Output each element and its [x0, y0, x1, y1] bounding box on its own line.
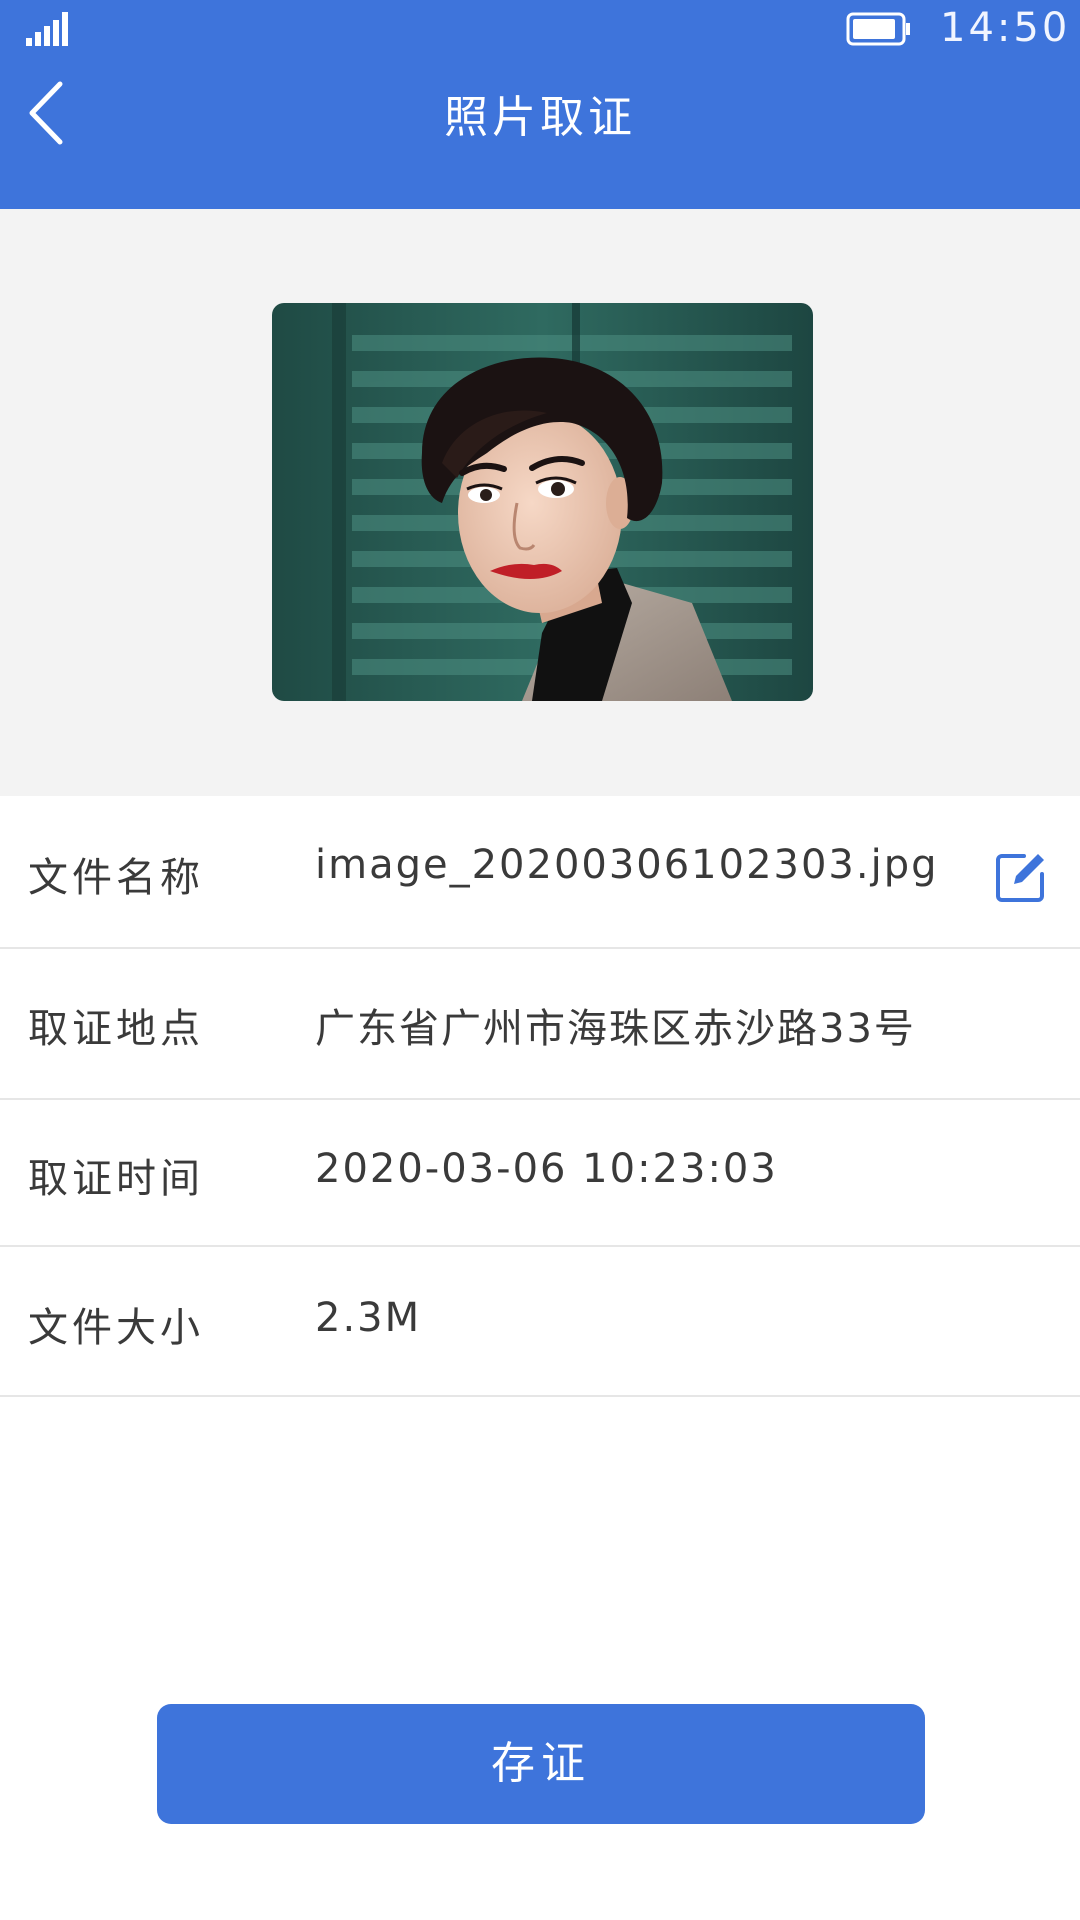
info-row-time: 取证时间 2020-03-06 10:23:03	[0, 1100, 1080, 1247]
file-size-label: 文件大小	[28, 1305, 204, 1351]
edit-icon[interactable]	[994, 850, 1048, 904]
battery-icon	[846, 12, 910, 46]
file-name-value: image_20200306102303.jpg	[315, 842, 939, 888]
page-title: 照片取证	[444, 92, 636, 143]
file-info-list: 文件名称 image_20200306102303.jpg 取证地点 广东省广州…	[0, 796, 1080, 1397]
status-time: 14:50	[940, 5, 1071, 51]
signal-icon	[26, 12, 68, 46]
photo-evidence-screen: 14:50 照片取证 文件名称 image_20200306102303.jpg…	[0, 0, 1080, 1920]
info-row-file-name: 文件名称 image_20200306102303.jpg	[0, 796, 1080, 949]
location-label: 取证地点	[28, 1006, 204, 1052]
time-value: 2020-03-06 10:23:03	[315, 1146, 778, 1192]
status-bar: 14:50	[0, 0, 1080, 58]
file-size-value: 2.3M	[315, 1295, 422, 1341]
save-evidence-button[interactable]: 存证	[157, 1704, 925, 1824]
file-name-label: 文件名称	[28, 855, 204, 901]
photo-preview-area	[0, 209, 1080, 796]
time-label: 取证时间	[28, 1156, 204, 1202]
info-row-file-size: 文件大小 2.3M	[0, 1247, 1080, 1397]
info-row-location: 取证地点 广东省广州市海珠区赤沙路33号	[0, 949, 1080, 1100]
evidence-photo[interactable]	[272, 303, 813, 701]
header-bar: 14:50 照片取证	[0, 0, 1080, 209]
location-value: 广东省广州市海珠区赤沙路33号	[315, 1006, 916, 1052]
portrait-photo-image	[272, 303, 813, 701]
